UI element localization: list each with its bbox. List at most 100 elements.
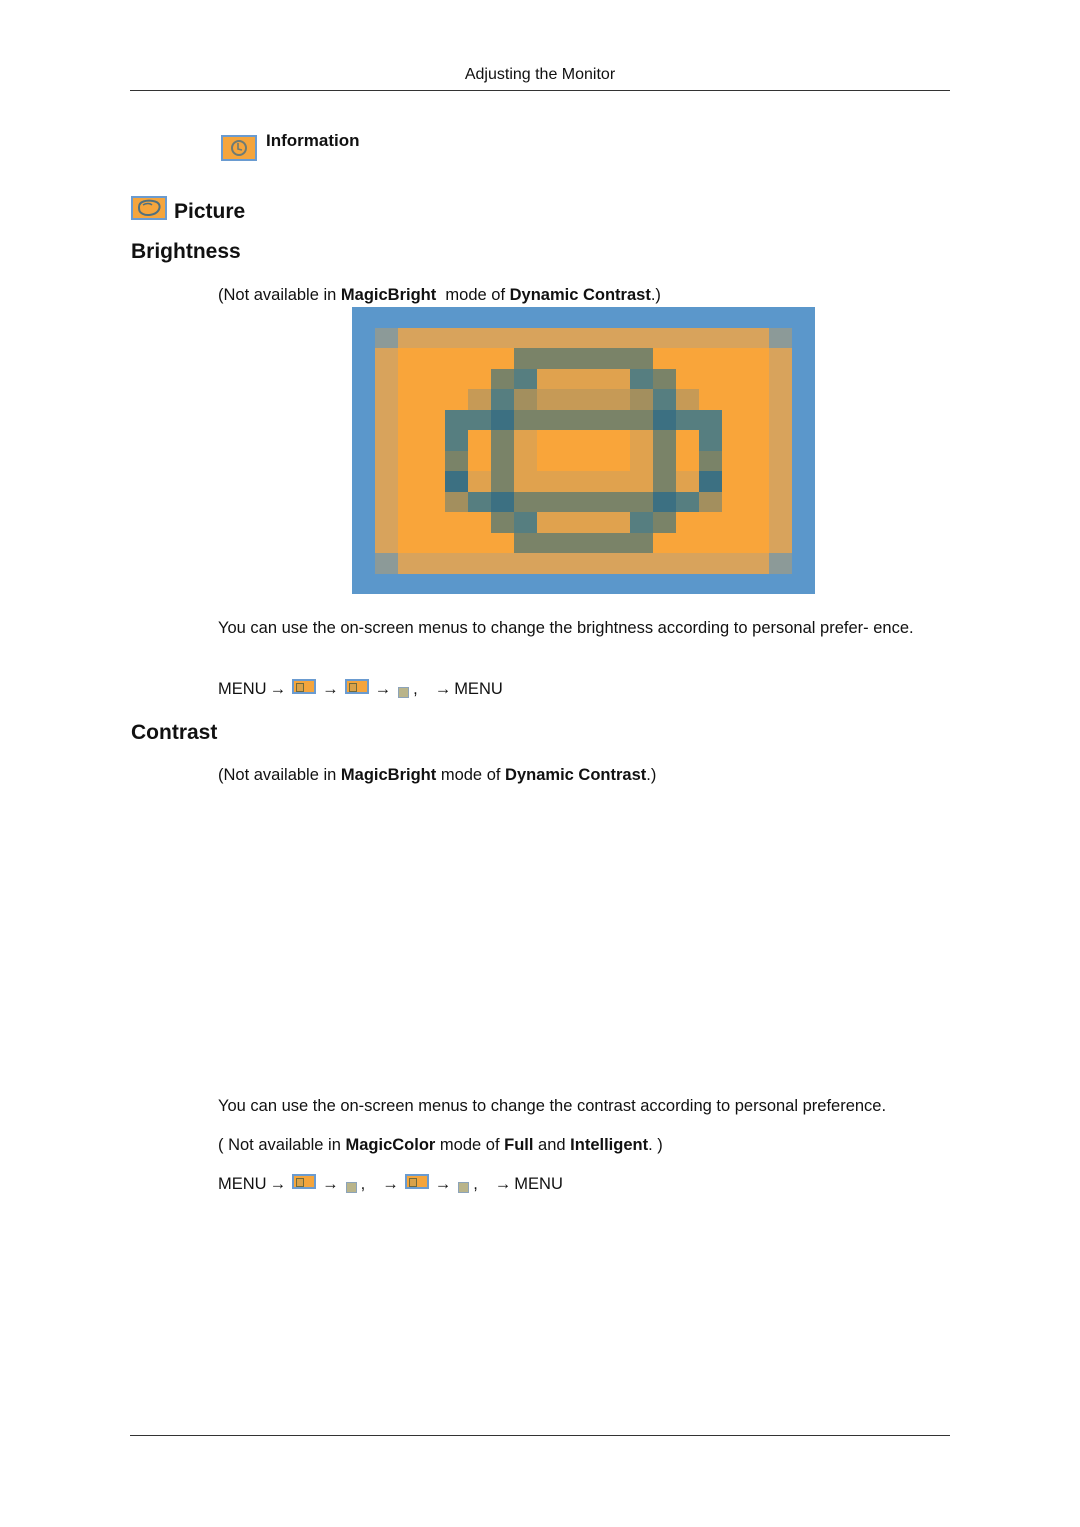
picture-pixel	[490, 532, 515, 553]
picture-pixel	[768, 450, 792, 471]
picture-pixel	[537, 512, 561, 533]
menu-label: MENU	[218, 1175, 267, 1193]
picture-pixel	[352, 491, 376, 512]
picture-pixel	[745, 450, 769, 471]
picture-pixel	[722, 409, 746, 430]
picture-pixel	[768, 368, 792, 389]
picture-pixel	[745, 471, 769, 492]
picture-pixel	[583, 409, 607, 430]
picture-pixel	[606, 491, 630, 512]
picture-pixel	[699, 307, 723, 328]
picture-pixel	[791, 553, 815, 574]
note-text: mode of	[436, 766, 506, 784]
picture-pixel	[676, 573, 700, 594]
picture-pixel	[375, 430, 399, 451]
picture-pixel	[352, 348, 376, 369]
picture-pixel	[722, 512, 746, 533]
picture-pixel	[606, 573, 630, 594]
arrow-icon: →	[382, 1175, 399, 1193]
picture-pixel	[745, 553, 769, 574]
picture-pixel	[514, 471, 538, 492]
picture-pixel	[560, 471, 584, 492]
picture-pixel	[444, 307, 468, 328]
picture-pixel	[421, 573, 445, 594]
running-header: Adjusting the Monitor	[464, 66, 616, 83]
picture-pixel	[699, 327, 723, 348]
note-text: mode of	[435, 1136, 505, 1154]
picture-pixel	[421, 512, 445, 533]
picture-pixel	[514, 409, 538, 430]
arrow-icon: →	[269, 1175, 287, 1193]
picture-pixel	[722, 389, 746, 410]
picture-pixel	[514, 553, 538, 574]
picture-pixel	[722, 348, 746, 369]
note-term-full: Full	[504, 1136, 534, 1154]
picture-pixel	[652, 389, 677, 410]
picture-pixel	[352, 553, 376, 574]
picture-pixel	[768, 491, 792, 512]
picture-pixel	[537, 389, 561, 410]
picture-pixel	[676, 409, 700, 430]
picture-pixel	[398, 368, 422, 389]
picture-pixel	[467, 430, 491, 451]
picture-pixel	[560, 409, 584, 430]
picture-pixel	[768, 573, 792, 594]
header-rule	[130, 90, 950, 91]
picture-pixel	[490, 573, 515, 594]
picture-pixel	[352, 327, 376, 348]
picture-pixel	[745, 573, 769, 594]
picture-pixel	[629, 348, 653, 369]
picture-pixel	[421, 327, 445, 348]
picture-pixel	[791, 430, 815, 451]
picture-pixel	[629, 512, 653, 533]
picture-pixel	[699, 368, 723, 389]
comma: ,	[360, 1175, 366, 1193]
picture-pixel	[490, 307, 515, 328]
picture-pixel	[583, 327, 607, 348]
picture-pixel	[768, 409, 792, 430]
note-term-intelligent: Intelligent	[570, 1136, 649, 1154]
picture-pixel	[352, 409, 376, 430]
picture-pixel	[676, 389, 700, 410]
picture-pixel	[768, 512, 792, 533]
arrow-icon: →	[434, 1175, 452, 1193]
picture-pixel	[398, 307, 422, 328]
picture-pixel	[352, 389, 376, 410]
picture-pixel	[537, 368, 561, 389]
picture-pixel	[606, 368, 630, 389]
clock-icon	[221, 135, 257, 161]
description-text: You can use the on-screen menus to chang…	[218, 1097, 887, 1115]
picture-pixel	[560, 389, 584, 410]
picture-pixel	[676, 450, 700, 471]
note-text: (Not available in	[218, 766, 341, 784]
picture-pixel	[514, 450, 538, 471]
brightness-menu-path: MENU → → → , → MENU	[218, 679, 503, 699]
description-text: You can use the on-screen menus to chang…	[218, 619, 914, 637]
menu-label: MENU	[218, 680, 267, 698]
picture-pixel	[375, 348, 399, 369]
information-item: Information	[221, 131, 360, 161]
picture-pixel	[352, 471, 376, 492]
picture-pixel	[467, 327, 491, 348]
picture-menu-icon	[292, 679, 317, 694]
arrow-icon: →	[374, 680, 392, 698]
picture-pixel	[791, 491, 815, 512]
picture-pixel	[629, 389, 653, 410]
picture-pixel	[768, 307, 792, 328]
note-text: .)	[646, 766, 657, 784]
picture-pixel	[375, 553, 399, 574]
picture-pixel	[421, 307, 445, 328]
picture-pixel	[398, 512, 422, 533]
picture-pixel	[676, 532, 700, 553]
picture-pixel	[398, 491, 422, 512]
picture-pixel	[652, 532, 677, 553]
picture-pixel	[676, 307, 700, 328]
picture-pixel	[467, 491, 491, 512]
picture-pixel	[421, 430, 445, 451]
picture-pixel	[537, 532, 561, 553]
picture-pixel	[583, 450, 607, 471]
section-title-text: Picture	[174, 200, 246, 223]
section-title-picture: Picture	[131, 192, 245, 224]
picture-pixel	[537, 553, 561, 574]
picture-pixel	[352, 430, 376, 451]
